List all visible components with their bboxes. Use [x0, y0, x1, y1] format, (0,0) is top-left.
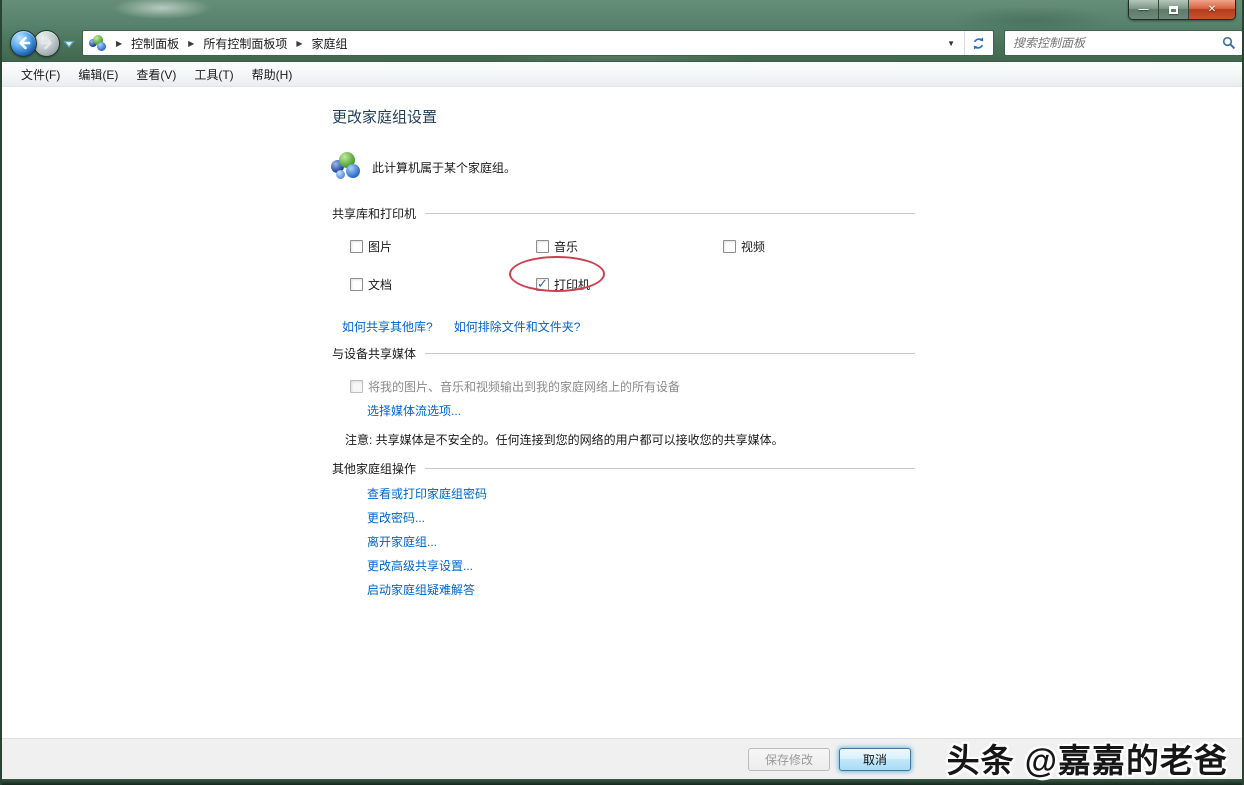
checkbox-music[interactable]: 音乐	[536, 238, 723, 255]
menu-view[interactable]: 查看(V)	[127, 63, 185, 86]
close-button[interactable]: ✕	[1189, 0, 1235, 19]
refresh-button[interactable]	[964, 31, 991, 55]
menu-file[interactable]: 文件(F)	[12, 63, 69, 86]
checkbox-label: 视频	[741, 240, 766, 254]
checkbox-icon[interactable]	[350, 240, 363, 253]
chevron-down-icon	[63, 40, 75, 48]
other-actions-list: 查看或打印家庭组密码 更改密码... 离开家庭组... 更改高级共享设置... …	[367, 486, 915, 598]
breadcrumb-control-panel[interactable]: 控制面板	[129, 33, 181, 54]
maximize-button[interactable]	[1159, 0, 1189, 19]
section-other-actions: 其他家庭组操作	[332, 460, 915, 477]
refresh-icon	[973, 36, 983, 50]
checkbox-icon[interactable]	[350, 380, 363, 393]
section-share-libraries: 共享库和打印机	[332, 205, 915, 222]
section-divider	[425, 468, 915, 469]
main-content: 更改家庭组设置 此计算机属于某个家庭组。 共享库和打印机 图片 音乐 视频 文档…	[2, 87, 1242, 738]
back-button[interactable]	[10, 29, 37, 57]
checkbox-label: 将我的图片、音乐和视频输出到我的家庭网络上的所有设备	[368, 380, 681, 394]
forward-arrow-icon	[40, 36, 52, 50]
link-share-other-libraries[interactable]: 如何共享其他库?	[342, 318, 433, 335]
breadcrumb-arrow-icon[interactable]: ▶	[181, 39, 201, 48]
footer-bar: 保存修改 取消	[2, 738, 1242, 779]
page-title: 更改家庭组设置	[332, 109, 438, 126]
search-box[interactable]	[1004, 30, 1242, 56]
security-note: 注意: 共享媒体是不安全的。任何连接到您的网络的用户都可以接收您的共享媒体。	[345, 433, 784, 447]
back-arrow-icon	[18, 36, 30, 50]
link-advanced-sharing[interactable]: 更改高级共享设置...	[367, 559, 473, 573]
link-media-streaming-options[interactable]: 选择媒体流选项...	[367, 402, 915, 419]
checkbox-printers[interactable]: 打印机	[536, 276, 723, 293]
menu-bar: 文件(F) 编辑(E) 查看(V) 工具(T) 帮助(H)	[2, 63, 1242, 87]
list-item: 更改密码...	[367, 510, 915, 526]
checkbox-label: 打印机	[554, 278, 591, 292]
section-header: 共享库和打印机	[332, 207, 417, 221]
section-header: 与设备共享媒体	[332, 347, 417, 361]
link-exclude-files[interactable]: 如何排除文件和文件夹?	[454, 318, 581, 335]
breadcrumb-homegroup[interactable]: 家庭组	[310, 33, 350, 54]
menu-edit[interactable]: 编辑(E)	[69, 63, 127, 86]
menu-help[interactable]: 帮助(H)	[243, 63, 302, 86]
forward-button[interactable]	[33, 29, 60, 57]
link-troubleshooter[interactable]: 启动家庭组疑难解答	[367, 583, 475, 597]
breadcrumb-arrow-icon[interactable]: ▶	[289, 39, 309, 48]
search-input[interactable]	[1013, 36, 1222, 50]
window-chrome: — ✕ ▶ 控制面板 ▶ 所有控制面板项 ▶ 家庭组 ▼ 搜索控制面板	[2, 0, 1242, 62]
minimize-button[interactable]: —	[1129, 0, 1159, 19]
section-divider	[425, 213, 915, 214]
checkbox-stream-media[interactable]: 将我的图片、音乐和视频输出到我的家庭网络上的所有设备	[350, 378, 915, 395]
checkbox-icon[interactable]	[536, 276, 549, 292]
link-change-password[interactable]: 更改密码...	[367, 511, 425, 525]
checkbox-documents[interactable]: 文档	[350, 276, 536, 293]
link-view-password[interactable]: 查看或打印家庭组密码	[367, 487, 487, 501]
minimize-icon: —	[1138, 3, 1149, 15]
list-item: 离开家庭组...	[367, 534, 915, 550]
checkbox-videos[interactable]: 视频	[723, 238, 909, 255]
section-divider	[425, 353, 915, 354]
breadcrumb-all-items[interactable]: 所有控制面板项	[201, 33, 289, 54]
status-text: 此计算机属于某个家庭组。	[372, 161, 517, 175]
window-bottom-edge	[2, 779, 1242, 785]
close-icon: ✕	[1207, 3, 1217, 15]
list-item: 启动家庭组疑难解答	[367, 582, 915, 598]
checkbox-label: 图片	[368, 240, 393, 254]
section-media-devices: 与设备共享媒体	[332, 345, 915, 362]
checkbox-label: 文档	[368, 278, 393, 292]
homegroup-icon	[331, 152, 363, 183]
maximize-icon	[1169, 5, 1178, 14]
homegroup-icon	[89, 34, 107, 52]
navigation-bar: ▶ 控制面板 ▶ 所有控制面板项 ▶ 家庭组 ▼	[10, 29, 1242, 57]
window-controls: — ✕	[1128, 0, 1236, 20]
checkbox-icon[interactable]	[723, 240, 736, 253]
share-checkbox-grid: 图片 音乐 视频 文档 打印机	[350, 238, 915, 314]
list-item: 更改高级共享设置...	[367, 558, 915, 574]
homegroup-status: 此计算机属于某个家庭组。	[331, 152, 915, 183]
list-item: 查看或打印家庭组密码	[367, 486, 915, 502]
checkbox-icon[interactable]	[350, 278, 363, 291]
menu-tools[interactable]: 工具(T)	[185, 63, 242, 86]
save-changes-button[interactable]: 保存修改	[748, 747, 830, 771]
breadcrumb-arrow-icon[interactable]: ▶	[109, 39, 129, 48]
address-bar[interactable]: ▶ 控制面板 ▶ 所有控制面板项 ▶ 家庭组 ▼	[82, 30, 994, 56]
search-icon[interactable]	[1222, 36, 1236, 50]
link-leave-homegroup[interactable]: 离开家庭组...	[367, 535, 437, 549]
recent-pages-dropdown[interactable]	[63, 38, 75, 52]
checkbox-label: 音乐	[554, 240, 579, 254]
howto-links: 如何共享其他库? 如何排除文件和文件夹?	[342, 318, 915, 335]
section-header: 其他家庭组操作	[332, 462, 417, 476]
checkbox-icon[interactable]	[536, 240, 549, 253]
address-dropdown-icon[interactable]: ▼	[938, 39, 964, 48]
checkbox-pictures[interactable]: 图片	[350, 238, 536, 255]
cancel-button[interactable]: 取消	[839, 747, 911, 771]
homegroup-window: — ✕ ▶ 控制面板 ▶ 所有控制面板项 ▶ 家庭组 ▼ 搜索控制面板 文件(F…	[0, 0, 1244, 785]
